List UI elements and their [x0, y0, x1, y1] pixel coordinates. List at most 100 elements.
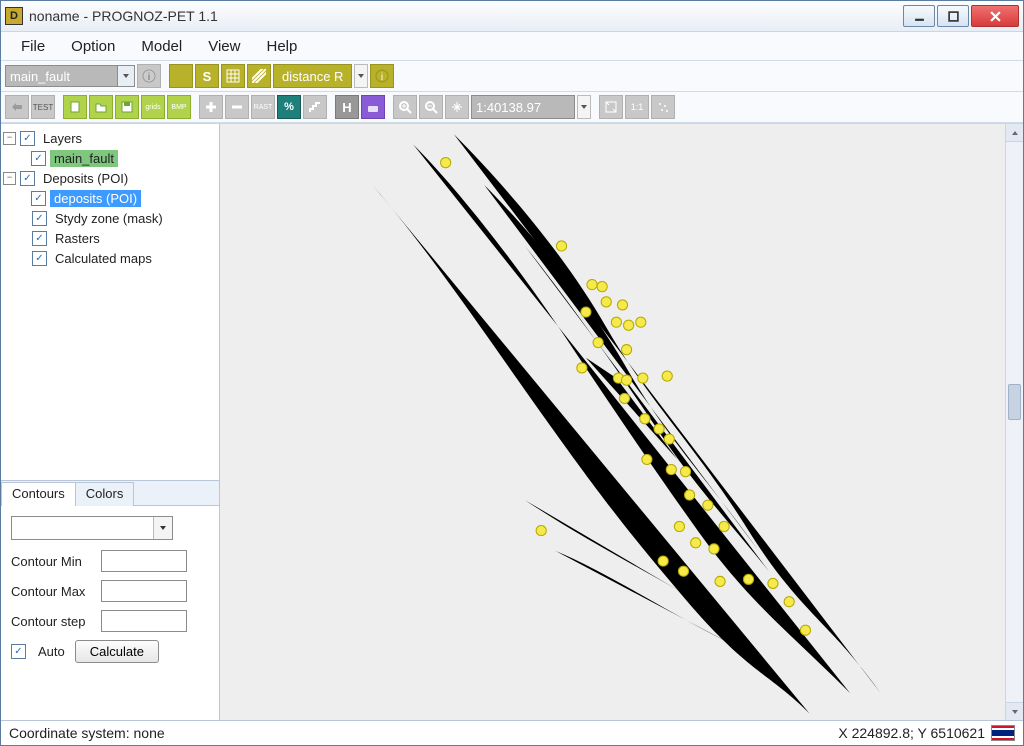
zoom-out-icon[interactable]	[419, 95, 443, 119]
tab-colors[interactable]: Colors	[75, 482, 135, 506]
contour-min-input[interactable]	[101, 550, 187, 572]
maximize-button[interactable]	[937, 5, 969, 27]
tree-node-deposits-group[interactable]: − ✓ Deposits (POI)	[3, 168, 217, 188]
distance-dropdown[interactable]	[354, 64, 368, 88]
tool-s-icon[interactable]: S	[195, 64, 219, 88]
tree-node-calc-maps[interactable]: ✓ Calculated maps	[3, 248, 217, 268]
one-to-one-button[interactable]: 1:1	[625, 95, 649, 119]
tree-label: Deposits (POI)	[39, 170, 132, 187]
tree-label: deposits (POI)	[50, 190, 141, 207]
menu-file[interactable]: File	[9, 34, 57, 59]
tree-label: main_fault	[50, 150, 118, 167]
stairs-icon[interactable]	[303, 95, 327, 119]
auto-checkbox[interactable]: ✓	[11, 644, 26, 659]
h-button[interactable]: H	[335, 95, 359, 119]
info2-icon[interactable]: i	[370, 64, 394, 88]
new-icon[interactable]	[63, 95, 87, 119]
app-icon: D	[5, 7, 23, 25]
contour-max-input[interactable]	[101, 580, 187, 602]
window-title: noname - PROGNOZ-PET 1.1	[29, 8, 903, 24]
contour-max-row: Contour Max	[11, 580, 209, 602]
close-button[interactable]	[971, 5, 1019, 27]
toolbar-1: main_fault i S distance R i	[1, 61, 1023, 92]
contour-min-label: Contour Min	[11, 554, 101, 569]
remove-icon[interactable]	[225, 95, 249, 119]
eraser-icon[interactable]	[361, 95, 385, 119]
main-area: − ✓ Layers ✓ main_fault − ✓ Deposits (PO…	[1, 123, 1023, 720]
grids-export-icon[interactable]: grids	[141, 95, 165, 119]
checkbox[interactable]: ✓	[32, 231, 47, 246]
distance-r-button[interactable]: distance R	[273, 64, 352, 88]
tree-node-rasters[interactable]: ✓ Rasters	[3, 228, 217, 248]
save-icon[interactable]	[115, 95, 139, 119]
status-coord-system: Coordinate system: none	[9, 725, 165, 741]
tool-hatch-icon[interactable]	[247, 64, 271, 88]
collapse-icon[interactable]: −	[3, 132, 16, 145]
scroll-down-icon[interactable]	[1006, 702, 1023, 720]
map-canvas[interactable]	[220, 124, 1023, 714]
contour-min-row: Contour Min	[11, 550, 209, 572]
chevron-down-icon	[117, 66, 134, 86]
checkbox[interactable]: ✓	[32, 251, 47, 266]
tree-node-main-fault[interactable]: ✓ main_fault	[3, 148, 217, 168]
contour-step-input[interactable]	[101, 610, 187, 632]
scroll-up-icon[interactable]	[1006, 124, 1023, 142]
layer-combo-value: main_fault	[10, 69, 70, 84]
left-panel: − ✓ Layers ✓ main_fault − ✓ Deposits (PO…	[1, 124, 220, 720]
zoom-extent-icon[interactable]	[599, 95, 623, 119]
chevron-down-icon	[153, 517, 172, 539]
contour-max-label: Contour Max	[11, 584, 101, 599]
test-icon[interactable]: TEST	[31, 95, 55, 119]
menu-model[interactable]: Model	[129, 34, 194, 59]
menu-view[interactable]: View	[196, 34, 252, 59]
titlebar: D noname - PROGNOZ-PET 1.1	[1, 1, 1023, 32]
tree-node-layers[interactable]: − ✓ Layers	[3, 128, 217, 148]
tree-label: Layers	[39, 130, 86, 147]
tree-label: Rasters	[51, 230, 104, 247]
contour-field-select[interactable]	[11, 516, 173, 540]
language-flag-icon[interactable]	[991, 725, 1015, 741]
pan-icon[interactable]	[445, 95, 469, 119]
info-icon[interactable]: i	[137, 64, 161, 88]
percent-button[interactable]: %	[277, 95, 301, 119]
tab-contours[interactable]: Contours	[1, 482, 76, 506]
layer-tree[interactable]: − ✓ Layers ✓ main_fault − ✓ Deposits (PO…	[1, 124, 219, 480]
properties-tabs: Contours Colors	[1, 481, 219, 506]
tree-label: Calculated maps	[51, 250, 156, 267]
zoom-in-icon[interactable]	[393, 95, 417, 119]
scale-dropdown[interactable]	[577, 95, 591, 119]
svg-text:i: i	[381, 72, 383, 83]
contour-step-row: Contour step	[11, 610, 209, 632]
scroll-thumb[interactable]	[1008, 384, 1021, 420]
calculate-button[interactable]: Calculate	[75, 640, 159, 663]
map-canvas-wrap	[220, 124, 1023, 720]
toolbar-2: TEST grids BMP RAST % H 1:40138.97 1:1	[1, 92, 1023, 123]
checkbox[interactable]: ✓	[31, 191, 46, 206]
add-icon[interactable]	[199, 95, 223, 119]
menu-option[interactable]: Option	[59, 34, 127, 59]
scale-display[interactable]: 1:40138.97	[471, 95, 575, 119]
tab-body-contours: Contour Min Contour Max Contour step ✓ A…	[1, 506, 219, 721]
tree-node-deposits-item[interactable]: ✓ deposits (POI)	[3, 188, 217, 208]
window-buttons	[903, 5, 1019, 27]
checkbox[interactable]: ✓	[31, 151, 46, 166]
checkbox[interactable]: ✓	[32, 211, 47, 226]
rast-icon[interactable]: RAST	[251, 95, 275, 119]
scatter-icon[interactable]	[651, 95, 675, 119]
checkbox[interactable]: ✓	[20, 131, 35, 146]
checkbox[interactable]: ✓	[20, 171, 35, 186]
tool-col1-icon[interactable]	[169, 64, 193, 88]
status-bar: Coordinate system: none X 224892.8; Y 65…	[1, 720, 1023, 745]
menu-help[interactable]: Help	[254, 34, 309, 59]
open-icon[interactable]	[89, 95, 113, 119]
properties-panel: Contours Colors Contour Min Contour Max	[1, 480, 219, 720]
tool-grid-icon[interactable]	[221, 64, 245, 88]
tree-node-study-zone[interactable]: ✓ Stydy zone (mask)	[3, 208, 217, 228]
layer-combo[interactable]: main_fault	[5, 65, 135, 87]
vertical-scrollbar[interactable]	[1005, 124, 1023, 720]
minimize-button[interactable]	[903, 5, 935, 27]
bmp-export-icon[interactable]: BMP	[167, 95, 191, 119]
collapse-icon[interactable]: −	[3, 172, 16, 185]
status-xy: X 224892.8; Y 6510621	[838, 725, 985, 741]
reset-icon[interactable]	[5, 95, 29, 119]
